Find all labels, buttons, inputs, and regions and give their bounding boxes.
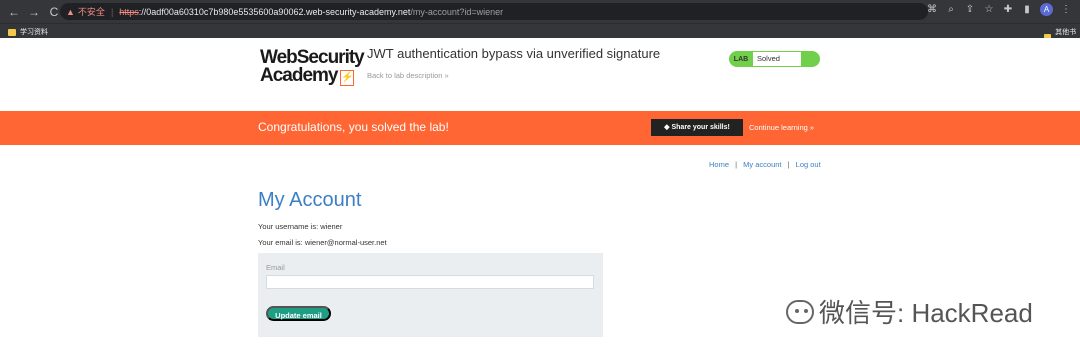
browser-actions: ⌘ ⌕ ⇪ ☆ ✚ ▮ A ⋮ [926, 3, 1072, 16]
address-bar[interactable]: ▲ 不安全 | https ://0adf00a60310c7b980e5535… [60, 3, 928, 20]
extensions-icon[interactable]: ✚ [1002, 4, 1014, 15]
my-account-link[interactable]: My account [743, 160, 781, 169]
url-path: /my-account?id=wiener [410, 6, 504, 17]
back-icon[interactable]: ← [6, 4, 22, 20]
wechat-watermark: 微信号: HackRead [786, 293, 1033, 330]
logout-link[interactable]: Log out [796, 160, 821, 169]
web-security-academy-logo[interactable]: WebSecurity Academy ⚡ [260, 48, 365, 86]
success-banner: Congratulations, you solved the lab! ◆ S… [0, 111, 1080, 145]
nav-separator: | [787, 160, 790, 169]
share-label: Share your skills! [671, 124, 730, 131]
account-navigation: Home | My account | Log out [707, 160, 823, 169]
warning-icon: ▲ [66, 6, 75, 17]
forward-icon[interactable]: → [26, 4, 42, 20]
folder-icon [8, 28, 16, 36]
address-separator: | [110, 6, 114, 17]
nav-separator: | [735, 160, 738, 169]
profile-avatar[interactable]: A [1040, 3, 1053, 16]
menu-icon[interactable]: ⋮ [1060, 4, 1072, 15]
home-link[interactable]: Home [709, 160, 729, 169]
logo-mark-icon: ⚡ [340, 70, 354, 86]
email-field-label: Email [266, 263, 285, 272]
url-host: ://0adf00a60310c7b980e5535600a90062.web-… [138, 6, 411, 17]
browser-toolbar: ← → C ▲ 不安全 | https ://0adf00a60310c7b98… [0, 0, 1080, 23]
side-panel-icon[interactable]: ▮ [1021, 4, 1033, 15]
bookmarks-bar: 学习资料 其他书签 [0, 23, 1080, 46]
watermark-text: 微信号: HackRead [819, 298, 1033, 328]
bookmark-star-icon[interactable]: ☆ [983, 4, 995, 15]
wechat-icon [786, 299, 814, 324]
lab-status-badge: LAB Solved [729, 51, 820, 67]
zoom-icon[interactable]: ⌕ [945, 4, 957, 15]
success-message: Congratulations, you solved the lab! [258, 120, 449, 134]
web-page: WebSecurity Academy ⚡ JWT authentication… [0, 38, 1080, 359]
email-text: Your email is: wiener@normal-user.net [258, 238, 387, 247]
page-title: My Account [258, 189, 362, 211]
continue-learning-link[interactable]: Continue learning » [749, 123, 814, 132]
bookmark-label: 学习资料 [20, 29, 48, 36]
url-scheme: https [119, 6, 139, 17]
change-email-form: Email Update email [258, 253, 603, 337]
lab-title: JWT authentication bypass via unverified… [367, 46, 661, 61]
username-text: Your username is: wiener [258, 222, 343, 231]
lab-status-value: Solved [753, 52, 801, 66]
lab-label: LAB [733, 55, 749, 63]
update-email-button[interactable]: Update email [266, 306, 331, 321]
bookmark-study-materials[interactable]: 学习资料 [8, 27, 48, 37]
share-skills-button[interactable]: ◆ Share your skills! [651, 119, 743, 136]
translate-icon[interactable]: ⌘ [926, 4, 938, 15]
insecure-label: 不安全 [77, 7, 105, 17]
share-icon[interactable]: ⇪ [964, 4, 976, 15]
email-field[interactable] [266, 275, 594, 289]
back-to-lab-description-link[interactable]: Back to lab description » [367, 71, 449, 80]
